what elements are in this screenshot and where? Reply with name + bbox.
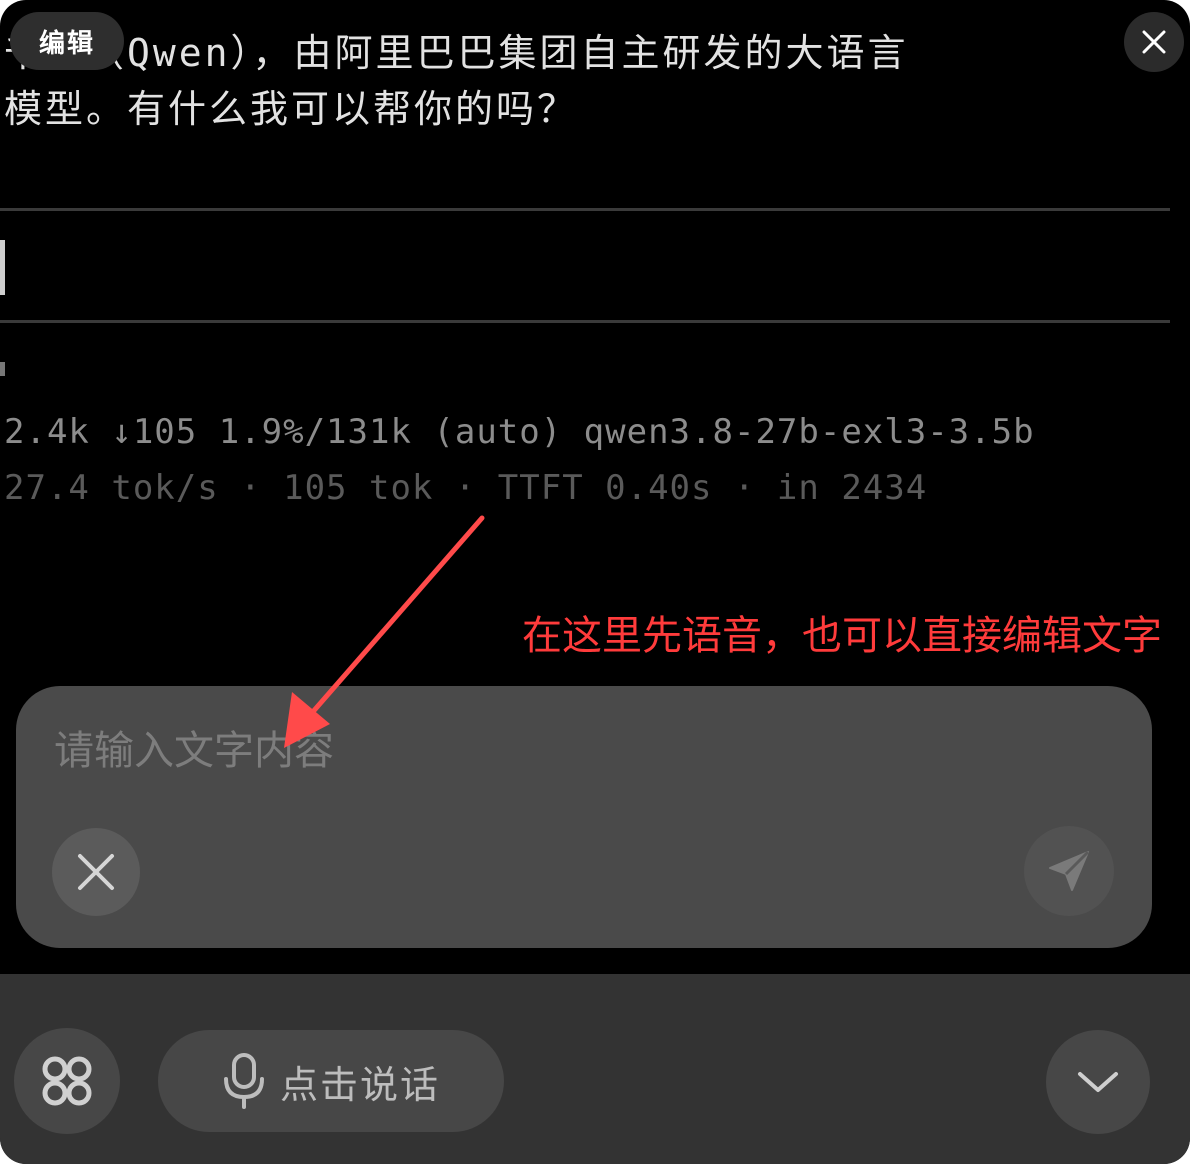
collapse-button[interactable] — [1046, 1030, 1150, 1134]
apps-button[interactable] — [14, 1028, 120, 1134]
speed-stats-line: 27.4 tok/s · 105 tok · TTFT 0.40s · in 2… — [4, 468, 928, 508]
token-stats-line: 2.4k ↓105 1.9%/131k (auto) qwen3.8-27b-e… — [4, 412, 1035, 452]
send-button[interactable] — [1024, 826, 1114, 916]
push-to-talk-label: 点击说话 — [279, 1062, 440, 1107]
close-icon — [1142, 30, 1166, 54]
text-input-card — [16, 686, 1152, 948]
annotation-note: 在这里先语音，也可以直接编辑文字 — [522, 613, 1162, 659]
close-icon — [78, 854, 114, 890]
terminal-cursor — [0, 240, 5, 295]
push-to-talk-button[interactable]: 点击说话 — [158, 1030, 504, 1132]
send-icon — [1049, 850, 1090, 891]
text-input[interactable] — [52, 722, 1056, 780]
apps-grid-icon — [42, 1056, 92, 1106]
close-button[interactable] — [1124, 12, 1184, 72]
assistant-reply-line-1: 千问（Qwen），由阿里巴巴集团自主研发的大语言 — [4, 31, 909, 75]
divider-top — [0, 208, 1170, 211]
bottom-toolbar: 点击说话 — [0, 974, 1190, 1164]
microphone-icon — [223, 1053, 264, 1109]
assistant-reply-line-2: 模型。有什么我可以帮你的吗？ — [4, 87, 579, 131]
app-frame: 千问（Qwen），由阿里巴巴集团自主研发的大语言 模型。有什么我可以帮你的吗？ … — [0, 0, 1190, 1164]
edit-mode-badge[interactable]: 编辑 — [10, 12, 124, 70]
clear-input-button[interactable] — [52, 828, 140, 916]
prompt-marker — [0, 362, 5, 376]
chevron-down-icon — [1078, 1072, 1118, 1092]
divider-bottom — [0, 320, 1170, 323]
